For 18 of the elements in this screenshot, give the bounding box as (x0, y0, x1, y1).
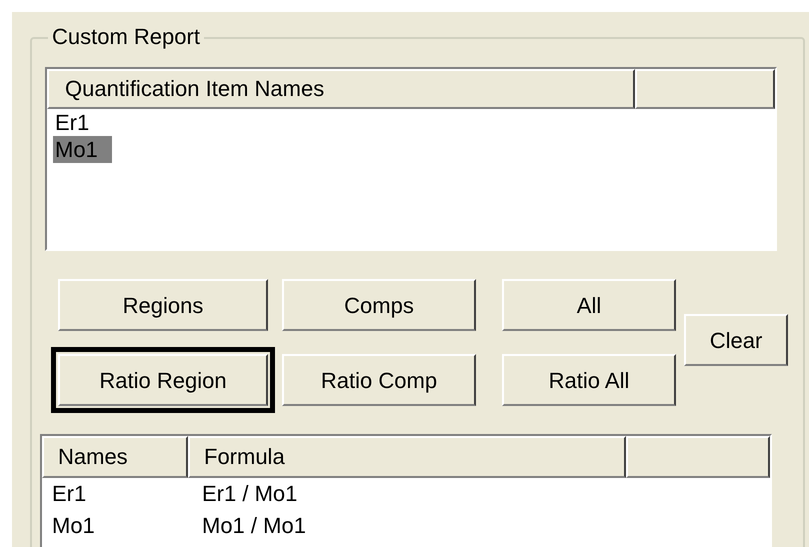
column-header[interactable] (626, 436, 770, 478)
push-button[interactable]: All (502, 279, 676, 331)
push-button[interactable]: Ratio Region (51, 347, 275, 413)
table-cell-text: Er1 / Mo1 (201, 480, 298, 508)
column-header[interactable]: Quantification Item Names (47, 69, 635, 109)
push-button[interactable]: Clear (684, 314, 788, 366)
push-button[interactable]: Ratio Comp (282, 354, 476, 406)
column-header[interactable]: Names (42, 436, 188, 478)
push-button[interactable]: Regions (58, 279, 268, 331)
push-button[interactable]: Ratio All (502, 354, 676, 406)
push-button[interactable]: Comps (282, 279, 476, 331)
column-header[interactable] (635, 69, 775, 109)
table-cell-text: Mo1 (51, 512, 96, 540)
table-cell-text: Mo1 / Mo1 (201, 512, 306, 540)
column-header[interactable]: Formula (188, 436, 626, 478)
list-item[interactable]: Mo1 (53, 136, 112, 163)
list-item[interactable]: Er1 (53, 109, 104, 136)
table-cell-text: Er1 (51, 480, 88, 508)
